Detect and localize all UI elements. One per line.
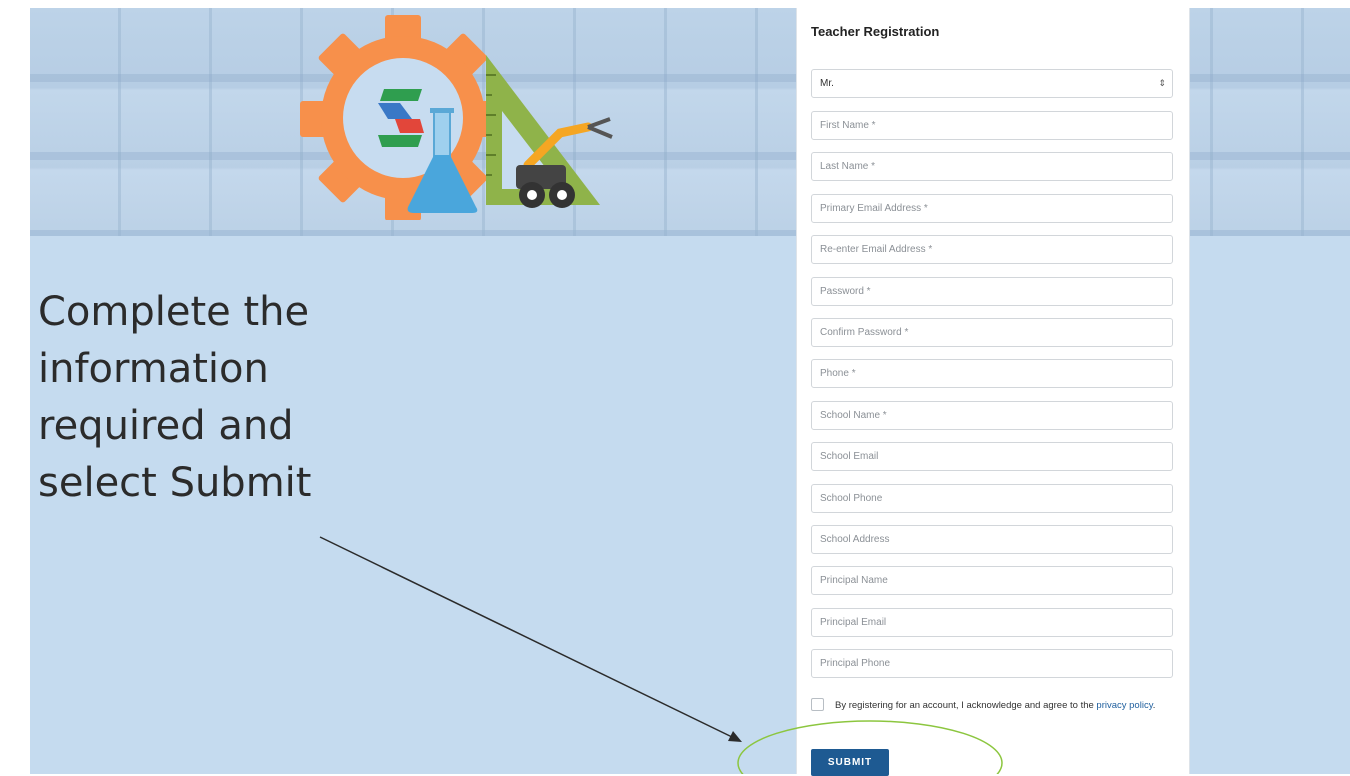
- school-address-field[interactable]: [811, 525, 1173, 554]
- form-title: Teacher Registration: [811, 24, 940, 39]
- school-email-field[interactable]: [811, 442, 1173, 471]
- principal-phone-field[interactable]: [811, 649, 1173, 678]
- instruction-line: Complete the: [38, 289, 310, 335]
- last-name-field[interactable]: [811, 152, 1173, 181]
- stem-logo: [300, 15, 613, 220]
- confirm-password-field[interactable]: [811, 318, 1173, 347]
- password-field[interactable]: [811, 277, 1173, 306]
- select-arrow-icon: ⇕: [1158, 78, 1166, 88]
- reenter-email-field[interactable]: [811, 235, 1173, 264]
- principal-name-field[interactable]: [811, 566, 1173, 595]
- salutation-value: Mr.: [820, 78, 834, 89]
- registration-panel: Teacher Registration Mr. ⇕ By registerin…: [796, 8, 1190, 776]
- school-phone-field[interactable]: [811, 484, 1173, 513]
- instruction-line: select Submit: [38, 460, 312, 506]
- first-name-field[interactable]: [811, 111, 1173, 140]
- instruction-line: information: [38, 346, 269, 392]
- primary-email-field[interactable]: [811, 194, 1173, 223]
- consent-end: .: [1152, 700, 1156, 711]
- consent-label: By registering for an account, I acknowl…: [835, 700, 1097, 711]
- consent-text: By registering for an account, I acknowl…: [811, 699, 1163, 713]
- principal-email-field[interactable]: [811, 608, 1173, 637]
- salutation-select[interactable]: Mr. ⇕: [811, 69, 1173, 98]
- phone-field[interactable]: [811, 359, 1173, 388]
- submit-button[interactable]: SUBMIT: [811, 749, 889, 776]
- instruction-text: Complete the information required and se…: [38, 284, 398, 512]
- instruction-line: required and: [38, 403, 294, 449]
- left-margin: [0, 0, 30, 774]
- school-name-field[interactable]: [811, 401, 1173, 430]
- privacy-policy-link[interactable]: privacy policy: [1096, 700, 1152, 711]
